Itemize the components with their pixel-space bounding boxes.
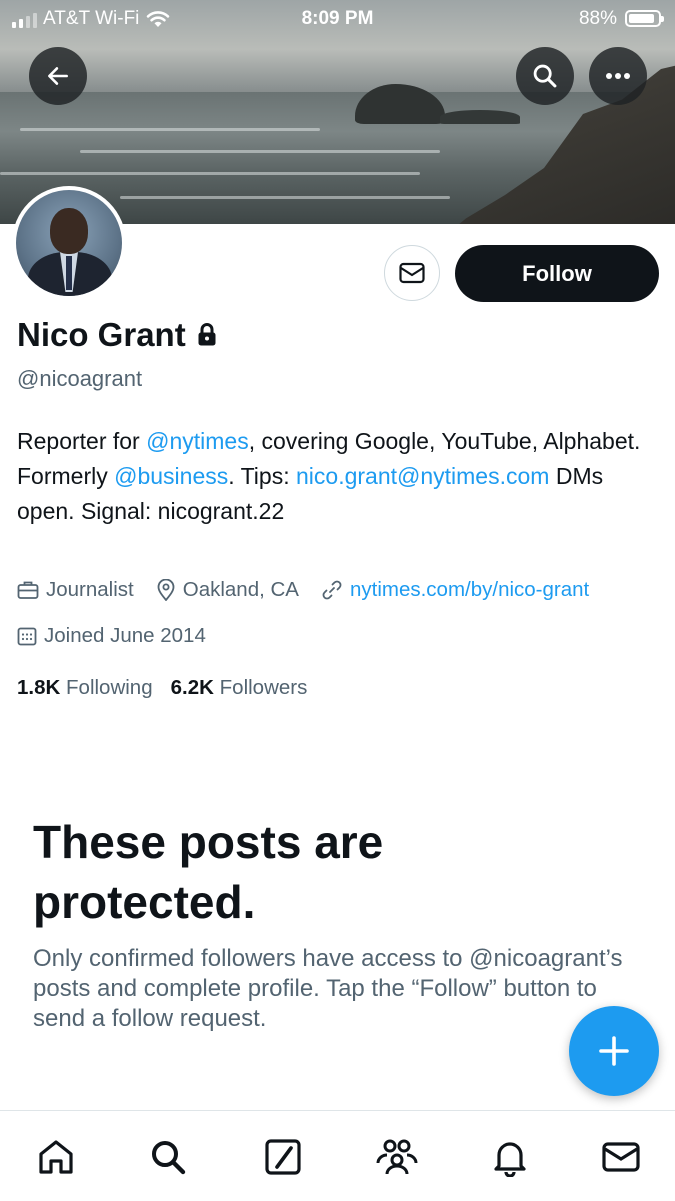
more-icon [606,73,630,79]
calendar-icon [17,627,37,646]
location: Oakland, CA [156,578,299,602]
avatar[interactable] [12,186,126,300]
mention-link[interactable]: @nytimes [146,428,249,454]
joined: Joined June 2014 [17,624,206,648]
occupation: Journalist [17,578,134,602]
banner-wave [20,128,320,131]
profile-handle: @nicoagrant [17,366,143,391]
arrow-left-icon [48,67,68,85]
search-button[interactable] [516,47,574,105]
profile-meta: Journalist Oakland, CA nytimes.com/by/ni… [17,578,611,602]
bio-text: Reporter for [17,428,147,454]
website[interactable]: nytimes.com/by/nico-grant [321,578,589,602]
banner-wave [0,172,420,175]
status-bar: AT&T Wi-Fi 8:09 PM 88% [0,0,675,40]
protected-description: Only confirmed followers have access to … [33,945,623,1032]
avatar-photo [16,190,122,296]
search-icon [152,1141,186,1175]
messages-icon [602,1142,640,1172]
battery-icon [625,10,664,27]
home-icon [39,1140,73,1174]
battery-percent: 88% [578,8,617,29]
communities-icon [376,1139,418,1175]
location-pin-icon [157,579,175,601]
tab-communities[interactable] [373,1133,421,1181]
more-button[interactable] [589,47,647,105]
banner-rock [355,84,445,124]
followers-count[interactable]: 6.2K Followers [171,676,308,700]
following-count[interactable]: 1.8K Following [17,676,153,700]
link-icon [322,580,342,600]
profile-name: Nico Grant [17,316,186,353]
tab-messages[interactable] [597,1133,645,1181]
banner-wave [120,196,450,199]
profile-name-row: Nico Grant [17,316,218,354]
bio-text: . Tips: [228,463,296,489]
search-icon [533,64,557,88]
website-link[interactable]: nytimes.com/by/nico-grant [350,578,589,602]
occupation-label: Journalist [46,578,134,601]
profile-bio: Reporter for @nytimes, covering Google, … [17,424,657,529]
compose-icon [265,1139,301,1175]
mention-link[interactable]: @business [114,463,228,489]
briefcase-icon [17,581,39,599]
location-label: Oakland, CA [182,578,299,601]
mail-icon [399,262,425,284]
compose-fab[interactable] [569,1006,659,1096]
tab-home[interactable] [32,1133,80,1181]
tab-compose[interactable] [259,1133,307,1181]
joined-row: Joined June 2014 [17,624,228,648]
follow-button[interactable]: Follow [455,245,659,302]
follow-counts: 1.8K Following 6.2K Followers [17,676,307,700]
tab-search[interactable] [144,1133,192,1181]
notifications-icon [494,1142,526,1177]
message-button[interactable] [384,245,440,301]
plus-icon [599,1036,629,1066]
lock-icon [198,323,216,346]
email-link[interactable]: nico.grant@nytimes.com [296,463,549,489]
joined-label: Joined June 2014 [44,624,206,647]
tab-notifications[interactable] [486,1133,534,1181]
back-button[interactable] [29,47,87,105]
tab-bar [0,1110,675,1201]
protected-title: These posts are protected. [33,816,384,928]
banner-rock [440,110,520,124]
clock: 8:09 PM [301,8,374,29]
banner-wave [80,150,440,153]
